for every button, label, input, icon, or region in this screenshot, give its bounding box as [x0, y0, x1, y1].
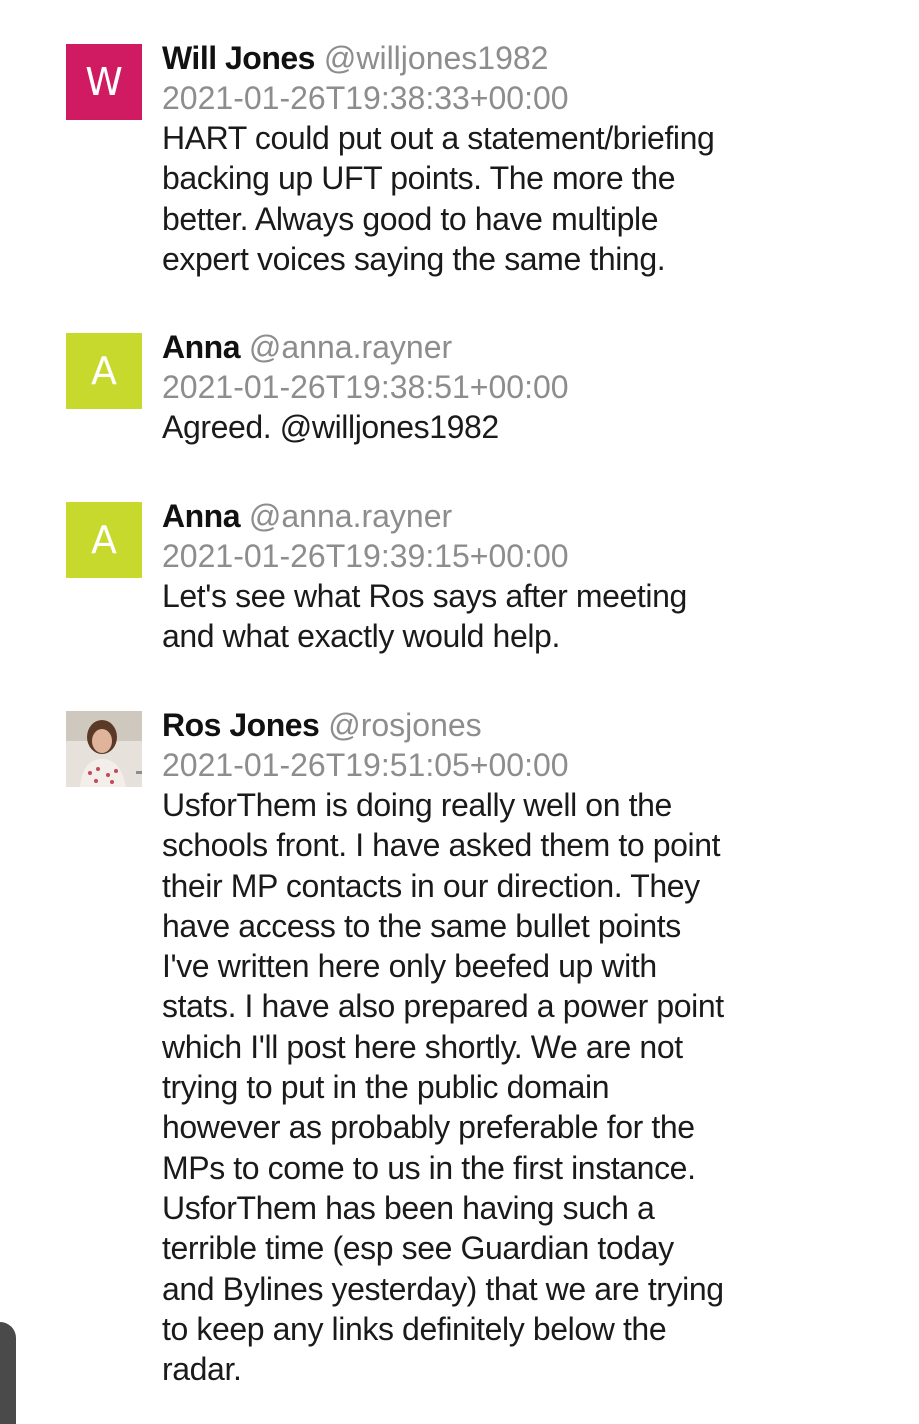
author-handle[interactable]: @willjones1982 [324, 40, 549, 76]
message-line: better. Always good to have multiple [162, 200, 659, 237]
message-line: to keep any links definitely below the [162, 1310, 667, 1347]
message-line: trying to put in the public domain [162, 1069, 610, 1106]
avatar[interactable]: A [66, 502, 142, 578]
scroll-edge-handle[interactable] [0, 1322, 16, 1424]
message-line: backing up UFT points. The more the [162, 160, 676, 197]
message-timestamp: 2021-01-26T19:51:05+00:00 [162, 747, 569, 783]
message-timestamp: 2021-01-26T19:38:33+00:00 [162, 80, 569, 116]
message-line: however as probably preferable for the [162, 1109, 695, 1146]
message-header: Ros Jones @rosjones [162, 705, 882, 745]
message-line: Let's see what Ros says after meeting [162, 578, 687, 614]
message-line: radar. [162, 1351, 242, 1388]
message-header: Anna @anna.rayner [162, 496, 882, 536]
message-line: UsforThem is doing really well on the [162, 787, 672, 823]
message-header: Anna @anna.rayner [162, 327, 882, 367]
author-handle[interactable]: @anna.rayner [249, 498, 452, 534]
message-line: terrible time (esp see Guardian today [162, 1230, 674, 1267]
message-line: expert voices saying the same thing. [162, 240, 666, 277]
author-name[interactable]: Will Jones [162, 40, 315, 76]
profile-photo [66, 711, 142, 787]
message-text: Agreed. @willjones1982 [162, 407, 882, 447]
avatar[interactable]: A [66, 333, 142, 409]
message-content: Will Jones @willjones1982 2021-01-26T19:… [162, 38, 882, 279]
message-text: Let's see what Ros says after meeting an… [162, 576, 882, 657]
message-header: Will Jones @willjones1982 [162, 38, 882, 78]
author-handle[interactable]: @rosjones [328, 707, 481, 743]
message-line: stats. I have also prepared a power poin… [162, 988, 724, 1025]
message-timestamp: 2021-01-26T19:38:51+00:00 [162, 369, 569, 405]
avatar[interactable] [66, 711, 142, 787]
message-line: and Bylines yesterday) that we are tryin… [162, 1270, 724, 1307]
message-timestamp: 2021-01-26T19:39:15+00:00 [162, 538, 569, 574]
author-name[interactable]: Anna [162, 498, 241, 534]
message-line: and what exactly would help. [162, 618, 560, 655]
message-line: which I'll post here shortly. We are not [162, 1028, 683, 1065]
message-content: Ros Jones @rosjones 2021-01-26T19:51:05+… [162, 705, 882, 1389]
message-line: schools front. I have asked them to poin… [162, 827, 721, 864]
message-text: UsforThem is doing really well on the sc… [162, 785, 882, 1389]
message-line: HART could put out a statement/briefing [162, 120, 715, 156]
message-text: HART could put out a statement/briefing … [162, 118, 882, 279]
message-line: UsforThem has been having such a [162, 1189, 655, 1226]
message-line: their MP contacts in our direction. They [162, 867, 700, 904]
author-name[interactable]: Anna [162, 329, 241, 365]
avatar[interactable]: W [66, 44, 142, 120]
message-line: Agreed. @willjones1982 [162, 409, 499, 445]
message-content: Anna @anna.rayner 2021-01-26T19:39:15+00… [162, 496, 882, 657]
message-line: have access to the same bullet points [162, 907, 681, 944]
message-content: Anna @anna.rayner 2021-01-26T19:38:51+00… [162, 327, 882, 447]
message-line: I've written here only beefed up with [162, 948, 657, 985]
author-name[interactable]: Ros Jones [162, 707, 320, 743]
message-line: MPs to come to us in the first instance. [162, 1149, 696, 1186]
author-handle[interactable]: @anna.rayner [249, 329, 452, 365]
